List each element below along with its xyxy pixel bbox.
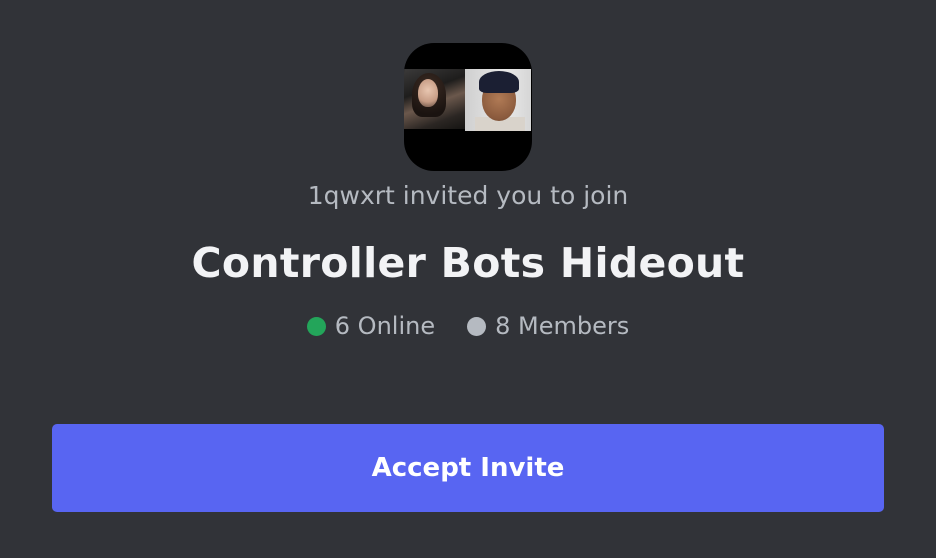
server-icon: [404, 43, 532, 171]
member-count-label: 8 Members: [495, 312, 630, 340]
server-stats: 6 Online 8 Members: [0, 308, 936, 344]
accept-invite-button[interactable]: Accept Invite: [52, 424, 884, 512]
member-status-dot-icon: [467, 316, 487, 336]
member-count: 8 Members: [467, 312, 629, 340]
inviter-text: 1qwxrt invited you to join: [307, 181, 629, 210]
server-icon-photo-right: [465, 69, 531, 131]
invite-card: 1qwxrt invited you to join Controller Bo…: [0, 0, 936, 558]
online-count-label: 6 Online: [334, 312, 436, 340]
online-count: 6 Online: [306, 312, 436, 340]
server-name: Controller Bots Hideout: [191, 239, 745, 287]
server-icon-photo-left: [404, 69, 465, 129]
online-status-dot-icon: [306, 316, 326, 336]
